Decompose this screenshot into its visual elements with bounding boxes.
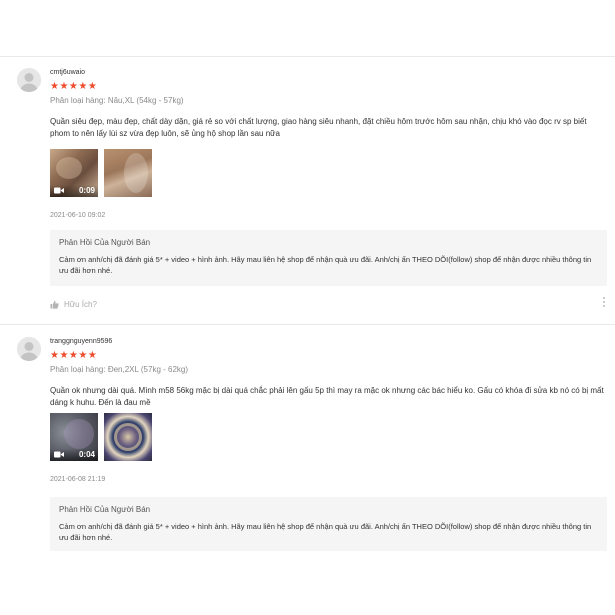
user-avatar-icon[interactable] — [17, 68, 41, 92]
seller-reply-title: Phản Hồi Của Người Bán — [59, 238, 151, 247]
reviewer-username[interactable]: cmtj6uwaio — [50, 69, 85, 76]
seller-reply: Phản Hồi Của Người Bán Cảm ơn anh/chị đã… — [50, 230, 607, 286]
top-divider — [0, 56, 615, 57]
review-photo-thumbnail[interactable] — [104, 149, 152, 197]
user-avatar-icon[interactable] — [17, 337, 41, 361]
review-video-thumbnail[interactable]: 0:09 — [50, 149, 98, 197]
rating-stars: ★★★★★ — [50, 350, 98, 361]
seller-reply: Phản Hồi Của Người Bán Cảm ơn anh/chị đã… — [50, 497, 607, 551]
helpful-label: Hữu Ích? — [64, 300, 97, 309]
review-comment: Quần siêu đẹp, màu đẹp, chất dày dặn, gi… — [50, 117, 587, 138]
seller-reply-title: Phản Hồi Của Người Bán — [59, 505, 151, 514]
review-divider — [0, 324, 615, 325]
review-timestamp: 2021-06-10 09:02 — [50, 212, 106, 219]
video-duration: 0:09 — [78, 186, 95, 195]
seller-reply-text: Cảm ơn anh/chị đã đánh giá 5* + video + … — [59, 522, 592, 542]
review-video-thumbnail[interactable]: 0:04 — [50, 413, 98, 461]
review-photo-thumbnail[interactable] — [104, 413, 152, 461]
video-camera-icon — [54, 187, 64, 194]
review-timestamp: 2021-06-08 21:19 — [50, 476, 106, 483]
seller-reply-text: Cảm ơn anh/chị đã đánh giá 5* + video + … — [59, 255, 592, 275]
product-variation: Phân loại hàng: Đen,2XL (57kg - 62kg) — [50, 365, 189, 374]
more-vertical-icon[interactable] — [602, 297, 606, 311]
thumbs-up-icon — [50, 300, 59, 309]
video-camera-icon — [54, 451, 64, 458]
helpful-button[interactable]: Hữu Ích? — [50, 300, 97, 309]
review-comment: Quần ok nhưng dài quá. Mình m58 56kg mặc… — [50, 386, 604, 407]
video-duration: 0:04 — [78, 450, 95, 459]
rating-stars: ★★★★★ — [50, 81, 98, 92]
reviewer-username[interactable]: tranggnguyenn9596 — [50, 338, 112, 345]
product-variation: Phân loại hàng: Nâu,XL (54kg - 57kg) — [50, 96, 184, 105]
